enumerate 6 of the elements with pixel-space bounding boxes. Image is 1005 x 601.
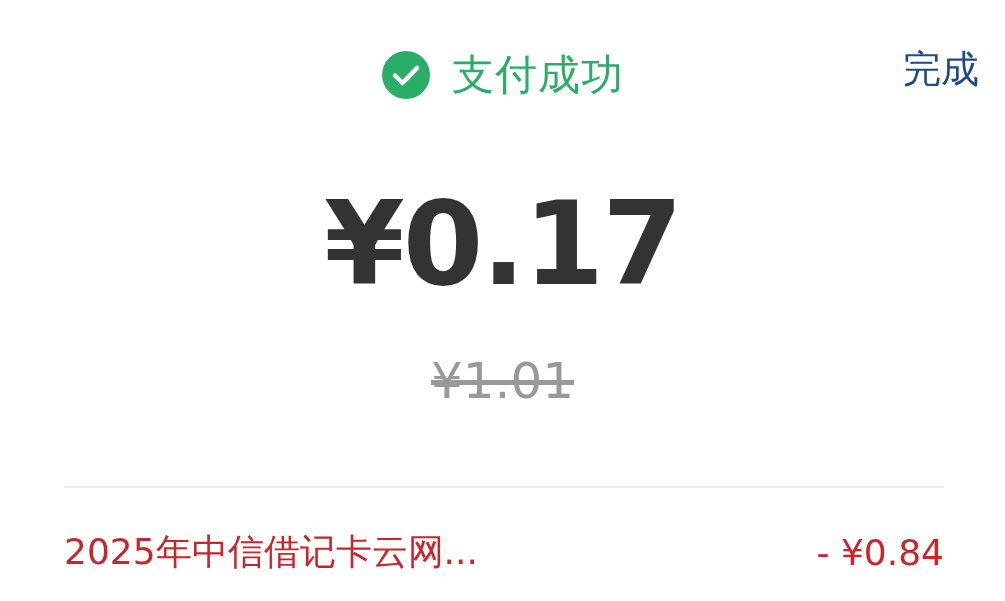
original-amount: ¥1.01 (429, 356, 576, 406)
discount-label: 2025年中信借记卡云网... (64, 530, 478, 574)
payment-status: 支付成功 (451, 49, 624, 101)
paid-amount: ¥0.17 (323, 186, 682, 302)
done-button[interactable]: 完成 (903, 44, 979, 95)
discount-amount: - ¥0.84 (816, 532, 944, 573)
